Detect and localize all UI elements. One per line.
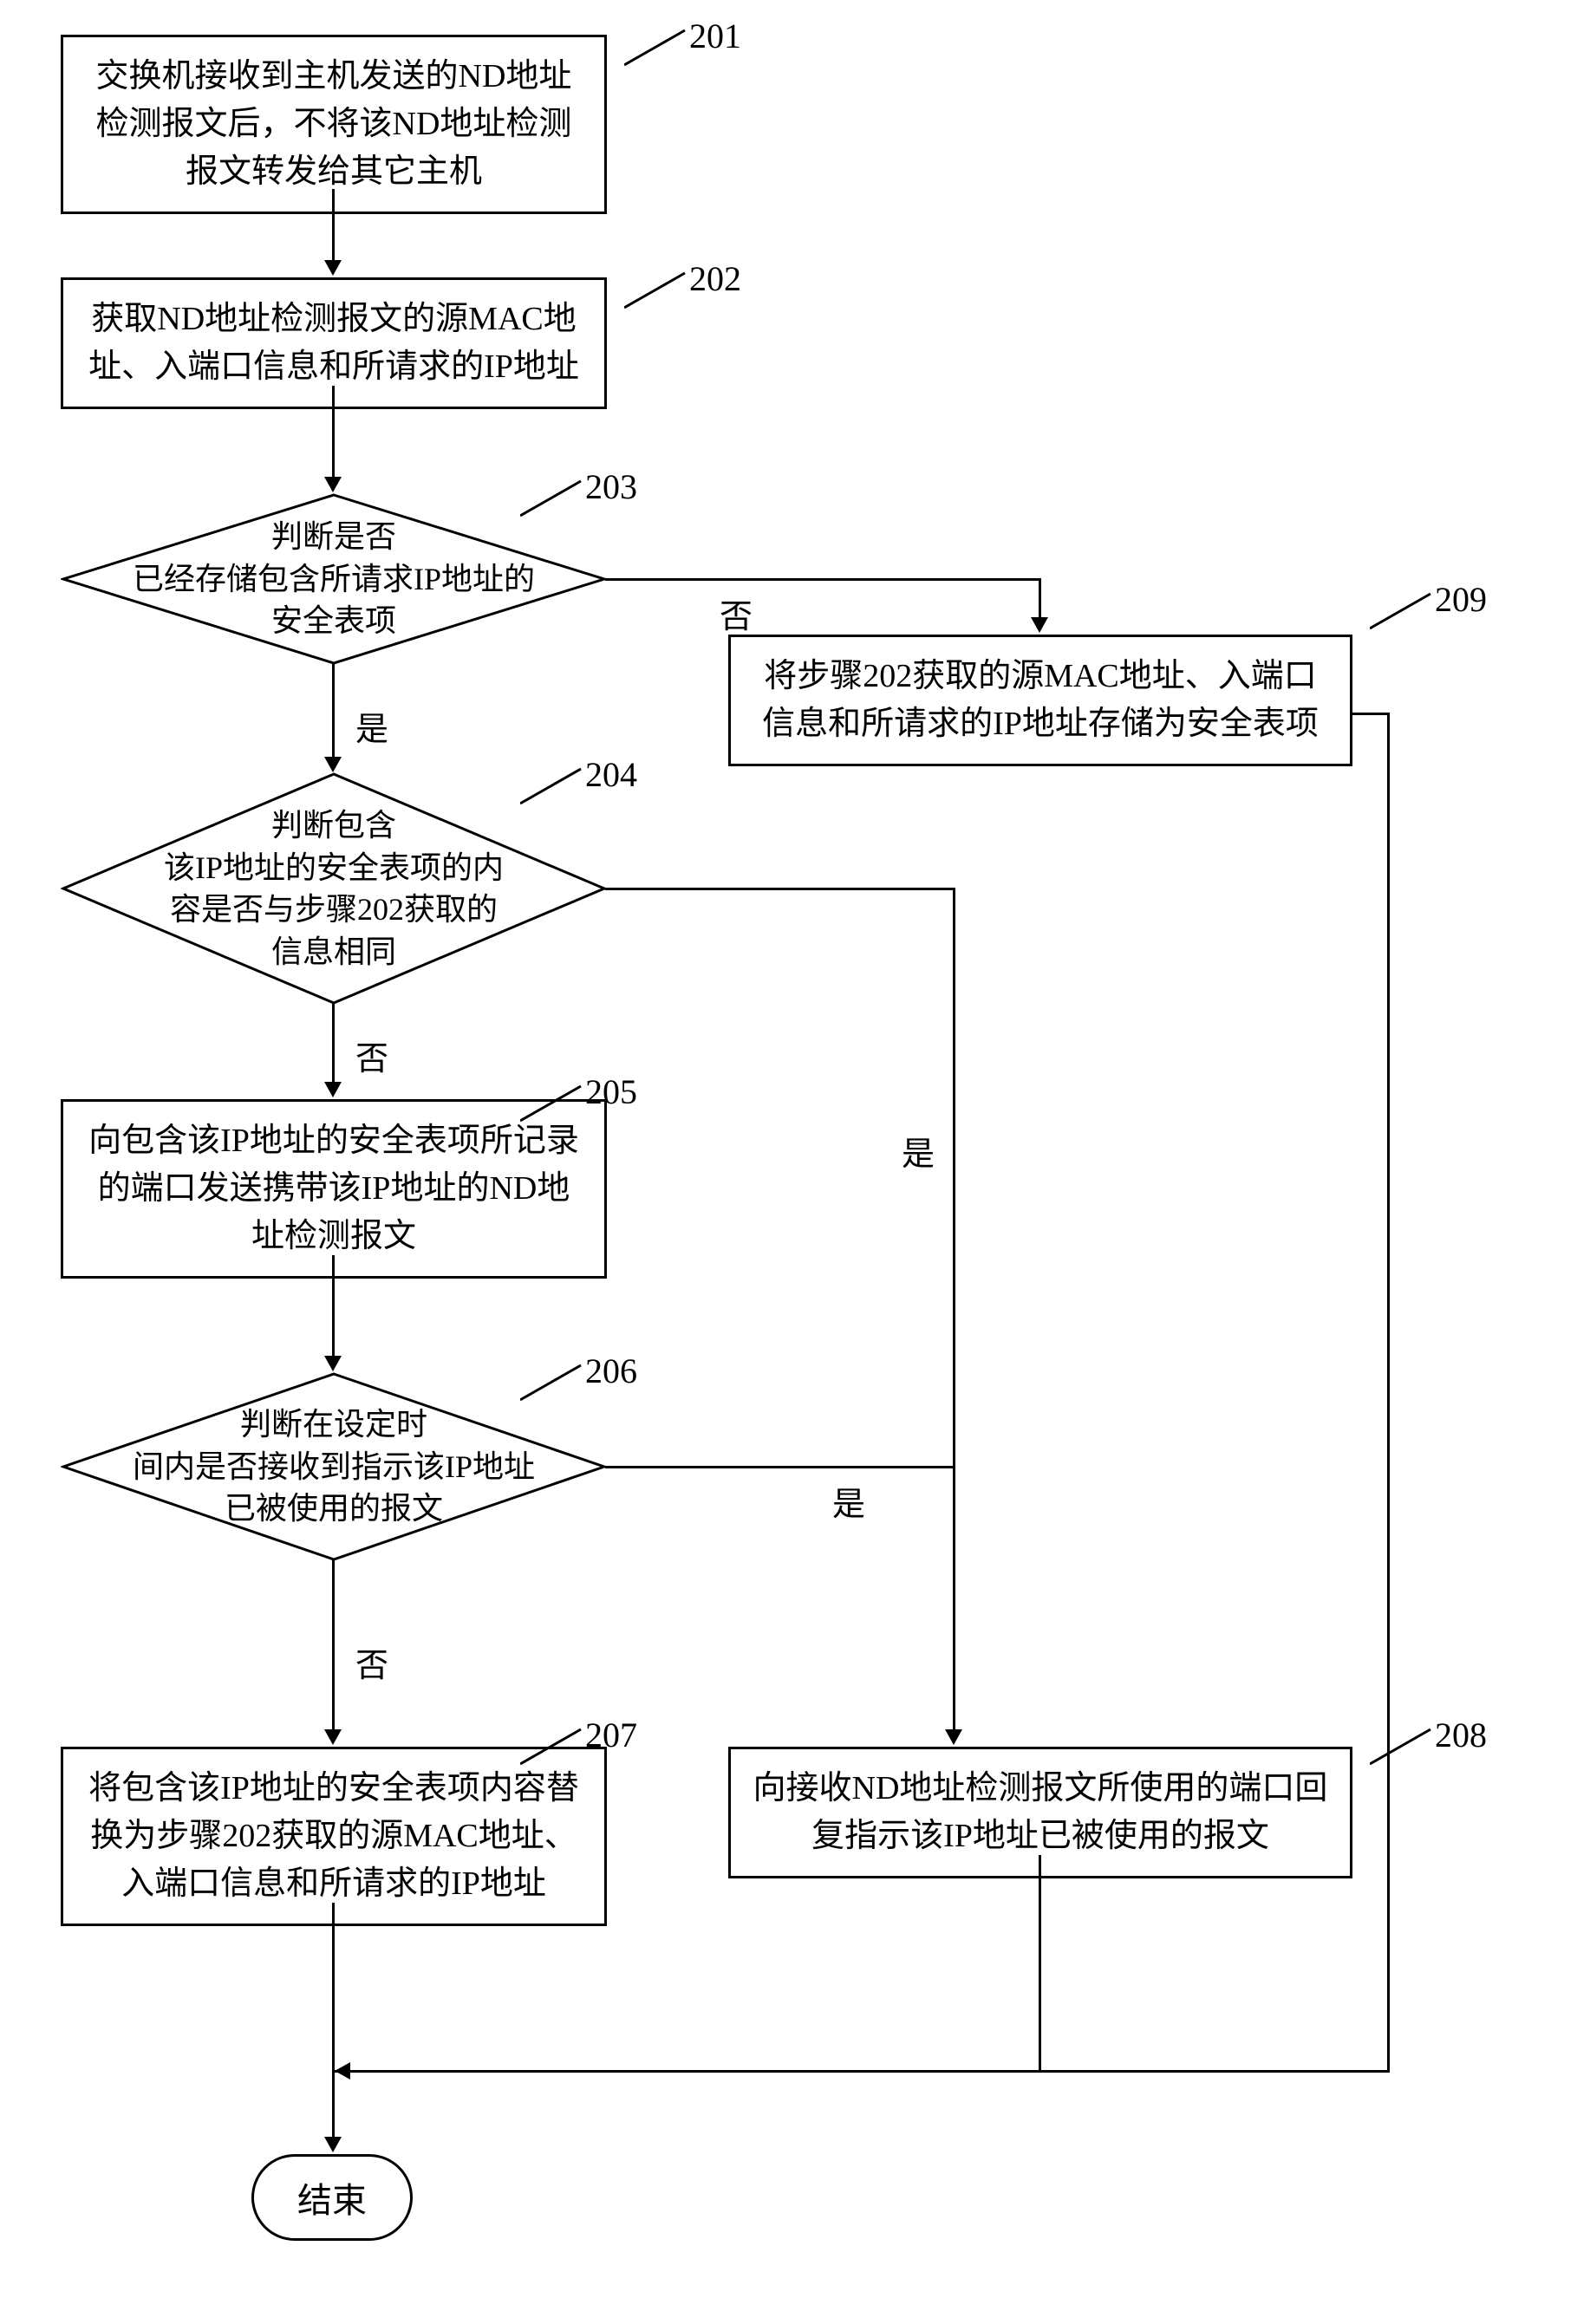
step-201-num: 201	[689, 16, 741, 56]
branch-203-no: 否	[720, 589, 753, 637]
step-201: 交换机接收到主机发送的ND地址检测报文后，不将该ND地址检测报文转发给其它主机	[61, 35, 607, 214]
step-203-num: 203	[585, 466, 637, 507]
arrowhead-icon	[324, 1729, 342, 1745]
branch-204-yes: 是	[902, 1127, 935, 1175]
branch-203-yes: 是	[355, 702, 388, 750]
arrow-204-208-v	[953, 888, 955, 1733]
step-205-label: 205	[520, 1082, 616, 1134]
step-202-num: 202	[689, 258, 741, 299]
arrow-207-end-v	[332, 1903, 335, 2072]
end-text: 结束	[297, 2181, 367, 2220]
arrow-209-out-v	[1387, 713, 1390, 791]
arrowhead-icon	[324, 757, 342, 772]
step-209-text: 将步骤202获取的源MAC地址、入端口信息和所请求的IP地址存储为安全表项	[762, 658, 1319, 742]
arrowhead-icon	[324, 1082, 342, 1097]
arrow-209-end-v	[1387, 789, 1390, 2072]
merge-line-right	[1039, 2070, 1390, 2073]
arrowhead-icon	[324, 477, 342, 492]
step-208-text: 向接收ND地址检测报文所使用的端口回复指示该IP地址已被使用的报文	[753, 1770, 1328, 1854]
step-207-text: 将包含该IP地址的安全表项内容替换为步骤202获取的源MAC地址、入端口信息和所…	[88, 1770, 579, 1902]
arrow-merge-end	[332, 2070, 335, 2139]
step-207-num: 207	[585, 1715, 637, 1755]
arrowhead-icon	[1031, 617, 1048, 633]
arrow-203-209-h	[605, 578, 1040, 581]
arrow-205-206	[332, 1255, 335, 1359]
step-203-text: 判断是否 已经存储包含所请求IP地址的 安全表项	[115, 516, 552, 642]
arrowhead-icon	[324, 1356, 342, 1371]
step-204-text: 判断包含 该IP地址的安全表项的内 容是否与步骤202获取的 信息相同	[115, 804, 552, 973]
arrow-204-205	[332, 1004, 335, 1085]
arrow-209-out-h	[1351, 713, 1390, 715]
arrowhead-icon	[324, 2137, 342, 2152]
step-204-label: 204	[520, 765, 616, 817]
flowchart: 交换机接收到主机发送的ND地址检测报文后，不将该ND地址检测报文转发给其它主机 …	[35, 35, 1555, 2289]
step-209-label: 209	[1370, 589, 1465, 641]
arrow-206-208-h	[605, 1466, 955, 1468]
step-205-text: 向包含该IP地址的安全表项所记录的端口发送携带该IP地址的ND地址检测报文	[88, 1123, 579, 1254]
step-206-label: 206	[520, 1361, 616, 1413]
branch-206-yes: 是	[832, 1477, 865, 1525]
step-206-text: 判断在设定时 间内是否接收到指示该IP地址 已被使用的报文	[115, 1403, 552, 1530]
step-201-text: 交换机接收到主机发送的ND地址检测报文后，不将该ND地址检测报文转发给其它主机	[96, 58, 572, 190]
step-205-num: 205	[585, 1071, 637, 1112]
step-202-label: 202	[624, 269, 720, 321]
arrowhead-icon	[945, 1729, 962, 1745]
arrow-202-203	[332, 386, 335, 481]
arrow-203-204	[332, 664, 335, 759]
arrow-204-208-h	[605, 888, 955, 890]
step-207-label: 207	[520, 1725, 616, 1777]
step-206-num: 206	[585, 1351, 637, 1391]
step-203-label: 203	[520, 477, 616, 529]
arrowhead-icon	[335, 2062, 350, 2080]
step-202-text: 获取ND地址检测报文的源MAC地址、入端口信息和所请求的IP地址	[88, 301, 579, 385]
branch-206-no: 否	[355, 1638, 388, 1686]
step-208-label: 208	[1370, 1725, 1465, 1777]
step-201-label: 201	[624, 26, 720, 78]
end-terminator: 结束	[251, 2154, 413, 2241]
step-208-num: 208	[1435, 1715, 1487, 1755]
arrowhead-icon	[324, 260, 342, 276]
step-209: 将步骤202获取的源MAC地址、入端口信息和所请求的IP地址存储为安全表项	[728, 635, 1352, 766]
arrow-208-merge-v	[1039, 1855, 1041, 2072]
arrow-201-202	[332, 189, 335, 263]
branch-204-no: 否	[355, 1032, 388, 1079]
step-209-num: 209	[1435, 579, 1487, 620]
step-204-num: 204	[585, 754, 637, 795]
arrow-206-207	[332, 1560, 335, 1734]
arrow-203-209-v	[1039, 578, 1041, 620]
